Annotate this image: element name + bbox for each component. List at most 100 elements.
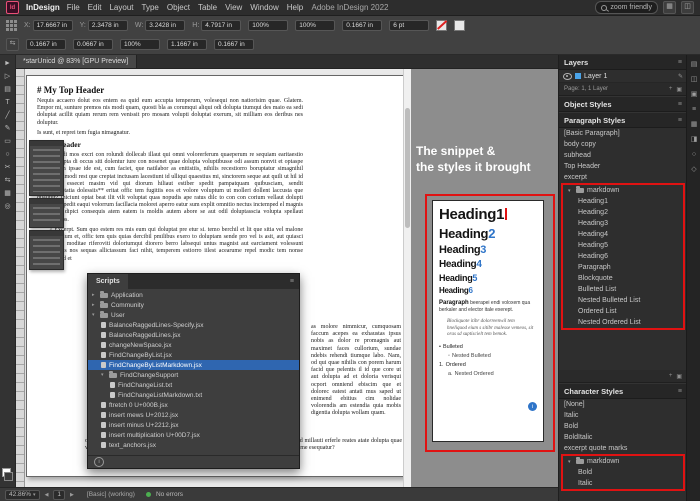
x-position-field[interactable]: 17.6667 in: [33, 20, 73, 31]
selection-tool-icon[interactable]: ►: [2, 58, 13, 68]
paragraph-style-paragraph[interactable]: Paragraph: [563, 262, 683, 273]
paragraph-style-top-header[interactable]: Top Header: [559, 161, 687, 172]
disclosure-icon[interactable]: ▸: [92, 302, 97, 308]
scale-y-field[interactable]: 100%: [295, 20, 335, 31]
links-panel-icon[interactable]: ▣: [689, 89, 699, 99]
collapsed-panel-stub-3[interactable]: [29, 230, 64, 270]
menu-table[interactable]: Table: [198, 3, 217, 12]
character-style-bold[interactable]: Bold: [563, 467, 683, 478]
rectangle-frame-tool-icon[interactable]: ▭: [2, 136, 13, 146]
script-item-findchangebylistmarkdown-jsx[interactable]: FindChangeByListMarkdown.jsx: [88, 360, 299, 370]
menu-object[interactable]: Object: [167, 3, 190, 12]
document-tab[interactable]: *starUnicd @ 83% [GPU Preview]: [15, 54, 137, 68]
paragraph-style-markdown[interactable]: ▾markdown: [563, 185, 683, 196]
snippet-text-frame[interactable]: Heading1Heading2Heading3Heading4Heading5…: [432, 200, 544, 442]
menu-window[interactable]: Window: [250, 3, 278, 12]
paragraph-style-basic-paragraph[interactable]: [Basic Paragraph]: [559, 128, 687, 139]
workspace-icon[interactable]: ▦: [663, 1, 676, 14]
ellipse-tool-icon[interactable]: ○: [2, 149, 13, 159]
object-styles-panel-tab[interactable]: Object Styles: [564, 100, 612, 109]
paragraph-style-heading6[interactable]: Heading6: [563, 251, 683, 262]
character-styles-panel-tab[interactable]: Character Styles: [564, 387, 623, 396]
character-style-bolditalic[interactable]: BoldItalic: [559, 432, 687, 443]
zoom-tool-icon[interactable]: ◎: [2, 201, 13, 211]
character-style-none[interactable]: [None]: [559, 399, 687, 410]
app-menu[interactable]: InDesign: [26, 3, 60, 12]
collapsed-panel-stub-1[interactable]: [29, 140, 64, 196]
menu-file[interactable]: File: [67, 3, 80, 12]
fill-stroke-swatches[interactable]: [2, 468, 13, 481]
panel-menu-icon[interactable]: ≡: [678, 388, 682, 395]
scrollbar-thumb[interactable]: [405, 108, 410, 228]
zoom-level-select[interactable]: 42.86% ▾: [5, 490, 40, 500]
reference-point-proxy[interactable]: [6, 20, 17, 31]
script-item-findchangelist-txt[interactable]: FindChangeList.txt: [88, 380, 299, 390]
paragraph-style-excerpt[interactable]: excerpt: [559, 172, 687, 183]
script-item-balanceraggedlines-jsx[interactable]: BalanceRaggedLines.jsx: [88, 330, 299, 340]
stroke-weight-field[interactable]: 6 pt: [389, 20, 429, 31]
page-number-field[interactable]: 1: [53, 490, 65, 500]
scale-x-field[interactable]: 100%: [248, 20, 288, 31]
preflight-profile[interactable]: [Basic] (working): [87, 491, 135, 498]
panel-menu-icon[interactable]: ≡: [678, 101, 682, 108]
menu-type[interactable]: Type: [142, 3, 159, 12]
menu-layout[interactable]: Layout: [109, 3, 133, 12]
paragraph-style-heading3[interactable]: Heading3: [563, 218, 683, 229]
swatches-panel-icon[interactable]: ◨: [689, 134, 699, 144]
paragraph-style-heading4[interactable]: Heading4: [563, 229, 683, 240]
flip-horizontal-icon[interactable]: ⇆: [6, 38, 19, 51]
script-item-findchangebylist-jsx[interactable]: FindChangeByList.jsx: [88, 350, 299, 360]
opacity-field[interactable]: 100%: [120, 39, 160, 50]
stroke-swatch[interactable]: [4, 472, 13, 481]
y-position-field[interactable]: 2.3478 in: [88, 20, 128, 31]
offset-top-field[interactable]: 0.1667 in: [26, 39, 66, 50]
disclosure-icon[interactable]: ▾: [568, 459, 573, 465]
cc-libraries-panel-icon[interactable]: ◇: [689, 164, 699, 174]
indesign-app-icon[interactable]: Id: [6, 1, 19, 14]
delete-style-icon[interactable]: ▣: [676, 373, 682, 380]
stroke-panel-icon[interactable]: ≡: [689, 104, 699, 114]
script-item-insert-mews-u-2012-jsx[interactable]: insert mews U+2012.jsx: [88, 410, 299, 420]
disclosure-icon[interactable]: ▸: [92, 292, 97, 298]
gradient-tool-icon[interactable]: ▦: [2, 188, 13, 198]
pen-tool-icon[interactable]: ✎: [2, 123, 13, 133]
info-icon[interactable]: i: [94, 457, 104, 467]
width-field[interactable]: 3.2428 in: [145, 20, 185, 31]
type-tool-icon[interactable]: T: [2, 97, 13, 107]
character-style-bold[interactable]: Bold: [559, 421, 687, 432]
script-item-community[interactable]: ▸Community: [88, 300, 299, 310]
page-next-button[interactable]: ▶: [70, 492, 74, 498]
menu-edit[interactable]: Edit: [88, 3, 102, 12]
page-prev-button[interactable]: ◀: [45, 492, 49, 498]
pages-panel-icon[interactable]: ▤: [689, 59, 699, 69]
character-style-markdown[interactable]: ▾markdown: [563, 456, 683, 467]
script-item-ftretch-0-u-000b-jsx[interactable]: ftretch 0 U+000B.jsx: [88, 400, 299, 410]
character-style-italic[interactable]: Italic: [563, 478, 683, 489]
free-transform-tool-icon[interactable]: ⇆: [2, 175, 13, 185]
visibility-eye-icon[interactable]: [563, 73, 572, 80]
publish-icon[interactable]: ◫: [681, 1, 694, 14]
layers-panel-icon[interactable]: ◫: [689, 74, 699, 84]
paragraph-style-nested-ordered-list[interactable]: Nested Ordered List: [563, 317, 683, 328]
scissors-tool-icon[interactable]: ✂: [2, 162, 13, 172]
stroke-swatch-icon[interactable]: [454, 20, 465, 31]
gutter-field[interactable]: 0.1667 in: [214, 39, 254, 50]
page-tool-icon[interactable]: ▤: [2, 84, 13, 94]
script-item-insert-multiplication-u-00d7-jsx[interactable]: insert multiplication U+00D7.jsx: [88, 430, 299, 440]
paragraph-style-nested-bulleted-list[interactable]: Nested Bulleted List: [563, 295, 683, 306]
direct-selection-tool-icon[interactable]: ▷: [2, 71, 13, 81]
paragraph-style-bulleted-list[interactable]: Bulleted List: [563, 284, 683, 295]
layer-row[interactable]: Layer 1 ✎: [559, 70, 687, 83]
paragraph-style-subhead[interactable]: subhead: [559, 150, 687, 161]
script-item-findchangelistmarkdown-txt[interactable]: FindChangeListMarkdown.txt: [88, 390, 299, 400]
script-item-insert-minus-u-2212-jsx[interactable]: insert minus U+2212.jsx: [88, 420, 299, 430]
collapsed-panel-stub-2[interactable]: [29, 198, 64, 228]
menu-view[interactable]: View: [225, 3, 242, 12]
character-style-italic[interactable]: Italic: [559, 410, 687, 421]
script-item-application[interactable]: ▸Application: [88, 290, 299, 300]
script-item-user[interactable]: ▾User: [88, 310, 299, 320]
panel-menu-icon[interactable]: ≡: [285, 278, 299, 285]
offset-bottom-field[interactable]: 0.0667 in: [73, 39, 113, 50]
scripts-panel-tab[interactable]: Scripts: [88, 274, 128, 289]
paragraph-style-body-copy[interactable]: body copy: [559, 139, 687, 150]
